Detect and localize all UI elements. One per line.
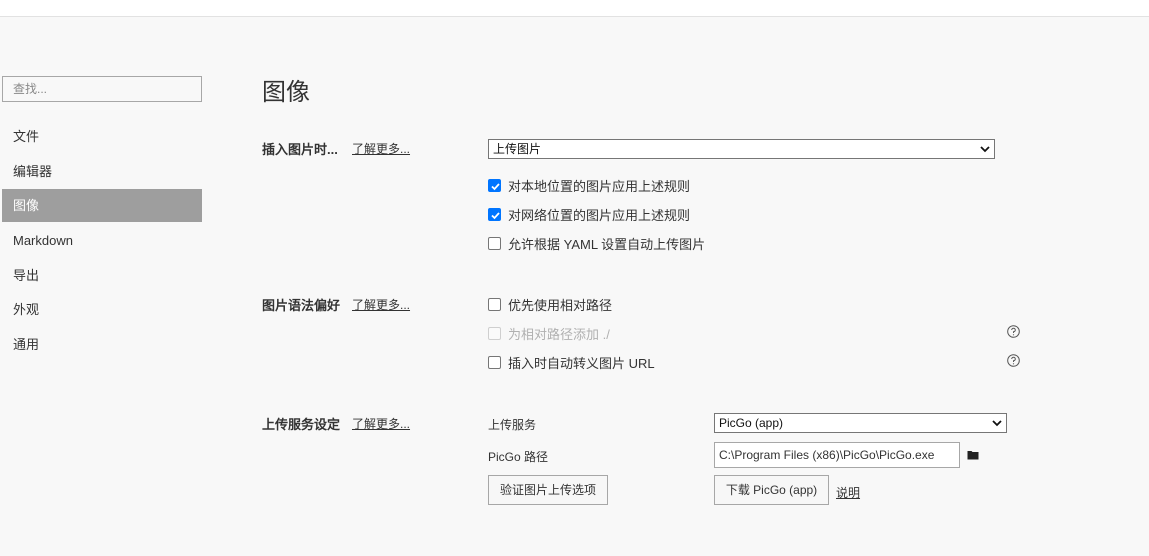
- insert-learn-more-link[interactable]: 了解更多...: [352, 140, 410, 157]
- help-icon[interactable]: [1007, 354, 1020, 367]
- yaml-upload-label: 允许根据 YAML 设置自动上传图片: [508, 236, 706, 252]
- sidebar-item-export[interactable]: 导出: [2, 259, 202, 292]
- upload-service-select-value: PicGo (app): [719, 416, 784, 430]
- picgo-path-input[interactable]: C:\Program Files (x86)\PicGo\PicGo.exe: [714, 442, 960, 468]
- escape-url-label: 插入时自动转义图片 URL: [508, 355, 655, 371]
- prefer-relative-checkbox[interactable]: [488, 297, 501, 311]
- apply-local-label: 对本地位置的图片应用上述规则: [508, 178, 691, 194]
- folder-icon[interactable]: [967, 450, 979, 460]
- sidebar-item-general[interactable]: 通用: [2, 328, 202, 361]
- checkmark-icon: [491, 182, 500, 190]
- search-input[interactable]: [2, 76, 202, 102]
- picgo-help-link[interactable]: 说明: [836, 484, 860, 501]
- sidebar-item-appearance[interactable]: 外观: [2, 293, 202, 326]
- upload-service-section-label: 上传服务设定: [262, 417, 341, 432]
- upload-service-label: 上传服务: [488, 418, 537, 432]
- apply-network-checkbox[interactable]: [488, 207, 501, 221]
- insert-action-select-value: 上传图片: [493, 142, 542, 156]
- download-picgo-button[interactable]: 下载 PicGo (app): [714, 475, 829, 505]
- title-bar: [0, 0, 1149, 17]
- image-syntax-section-label: 图片语法偏好: [262, 298, 341, 313]
- sidebar-item-image[interactable]: 图像: [2, 189, 202, 223]
- sidebar-item-editor[interactable]: 编辑器: [2, 155, 202, 188]
- page-title: 图像: [262, 79, 310, 106]
- sidebar-nav: 文件 编辑器 图像 Markdown 导出 外观 通用: [2, 120, 202, 363]
- apply-local-option[interactable]: 对本地位置的图片应用上述规则: [488, 176, 690, 194]
- upload-service-select[interactable]: PicGo (app): [714, 413, 1007, 433]
- apply-local-checkbox[interactable]: [488, 178, 501, 192]
- add-dot-slash-option[interactable]: 为相对路径添加 ./: [488, 324, 610, 342]
- chevron-down-icon: [980, 146, 990, 153]
- checkmark-icon: [491, 211, 500, 219]
- picgo-path-label: PicGo 路径: [488, 450, 549, 464]
- add-dot-slash-label: 为相对路径添加 ./: [508, 326, 610, 342]
- prefer-relative-label: 优先使用相对路径: [508, 297, 613, 313]
- chevron-down-icon: [992, 420, 1002, 427]
- insert-image-section-label: 插入图片时...: [262, 142, 338, 157]
- yaml-upload-checkbox[interactable]: [488, 236, 501, 250]
- apply-network-label: 对网络位置的图片应用上述规则: [508, 207, 691, 223]
- upload-learn-more-link[interactable]: 了解更多...: [352, 415, 410, 432]
- sidebar-item-markdown[interactable]: Markdown: [2, 224, 202, 257]
- verify-upload-button[interactable]: 验证图片上传选项: [488, 475, 608, 505]
- prefer-relative-option[interactable]: 优先使用相对路径: [488, 295, 612, 313]
- sidebar-item-file[interactable]: 文件: [2, 120, 202, 153]
- apply-network-option[interactable]: 对网络位置的图片应用上述规则: [488, 205, 690, 223]
- insert-action-select[interactable]: 上传图片: [488, 139, 995, 159]
- yaml-upload-option[interactable]: 允许根据 YAML 设置自动上传图片: [488, 234, 705, 252]
- help-icon[interactable]: [1007, 325, 1020, 338]
- escape-url-checkbox[interactable]: [488, 355, 501, 369]
- add-dot-slash-checkbox[interactable]: [488, 326, 501, 340]
- escape-url-option[interactable]: 插入时自动转义图片 URL: [488, 353, 655, 371]
- syntax-learn-more-link[interactable]: 了解更多...: [352, 296, 410, 313]
